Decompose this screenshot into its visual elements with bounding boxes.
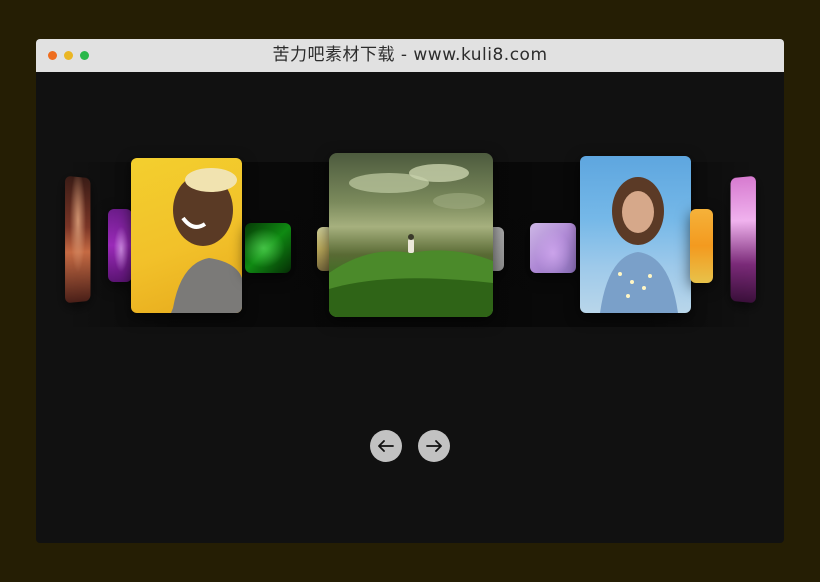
title-bar: 苦力吧素材下载 - www.kuli8.com: [36, 39, 784, 72]
carousel-card-left-3[interactable]: [108, 209, 132, 282]
carousel-card-left-2[interactable]: [131, 158, 242, 313]
window-title: 苦力吧素材下载 - www.kuli8.com: [272, 45, 548, 65]
arrow-left-icon: [378, 440, 394, 452]
carousel-next-button[interactable]: [418, 430, 450, 462]
carousel-card-right-2[interactable]: [580, 156, 691, 313]
arrow-right-icon: [426, 440, 442, 452]
carousel-card-right-3[interactable]: [690, 209, 713, 283]
carousel-stage: [36, 72, 784, 543]
carousel-card-far-right[interactable]: [730, 175, 756, 304]
carousel-prev-button[interactable]: [370, 430, 402, 462]
browser-window: 苦力吧素材下载 - www.kuli8.com: [36, 39, 784, 543]
carousel-card-right-1[interactable]: [530, 223, 576, 273]
carousel-card-far-left[interactable]: [65, 175, 91, 304]
carousel-card-left-1[interactable]: [245, 223, 291, 273]
carousel-card-center[interactable]: [329, 153, 493, 317]
